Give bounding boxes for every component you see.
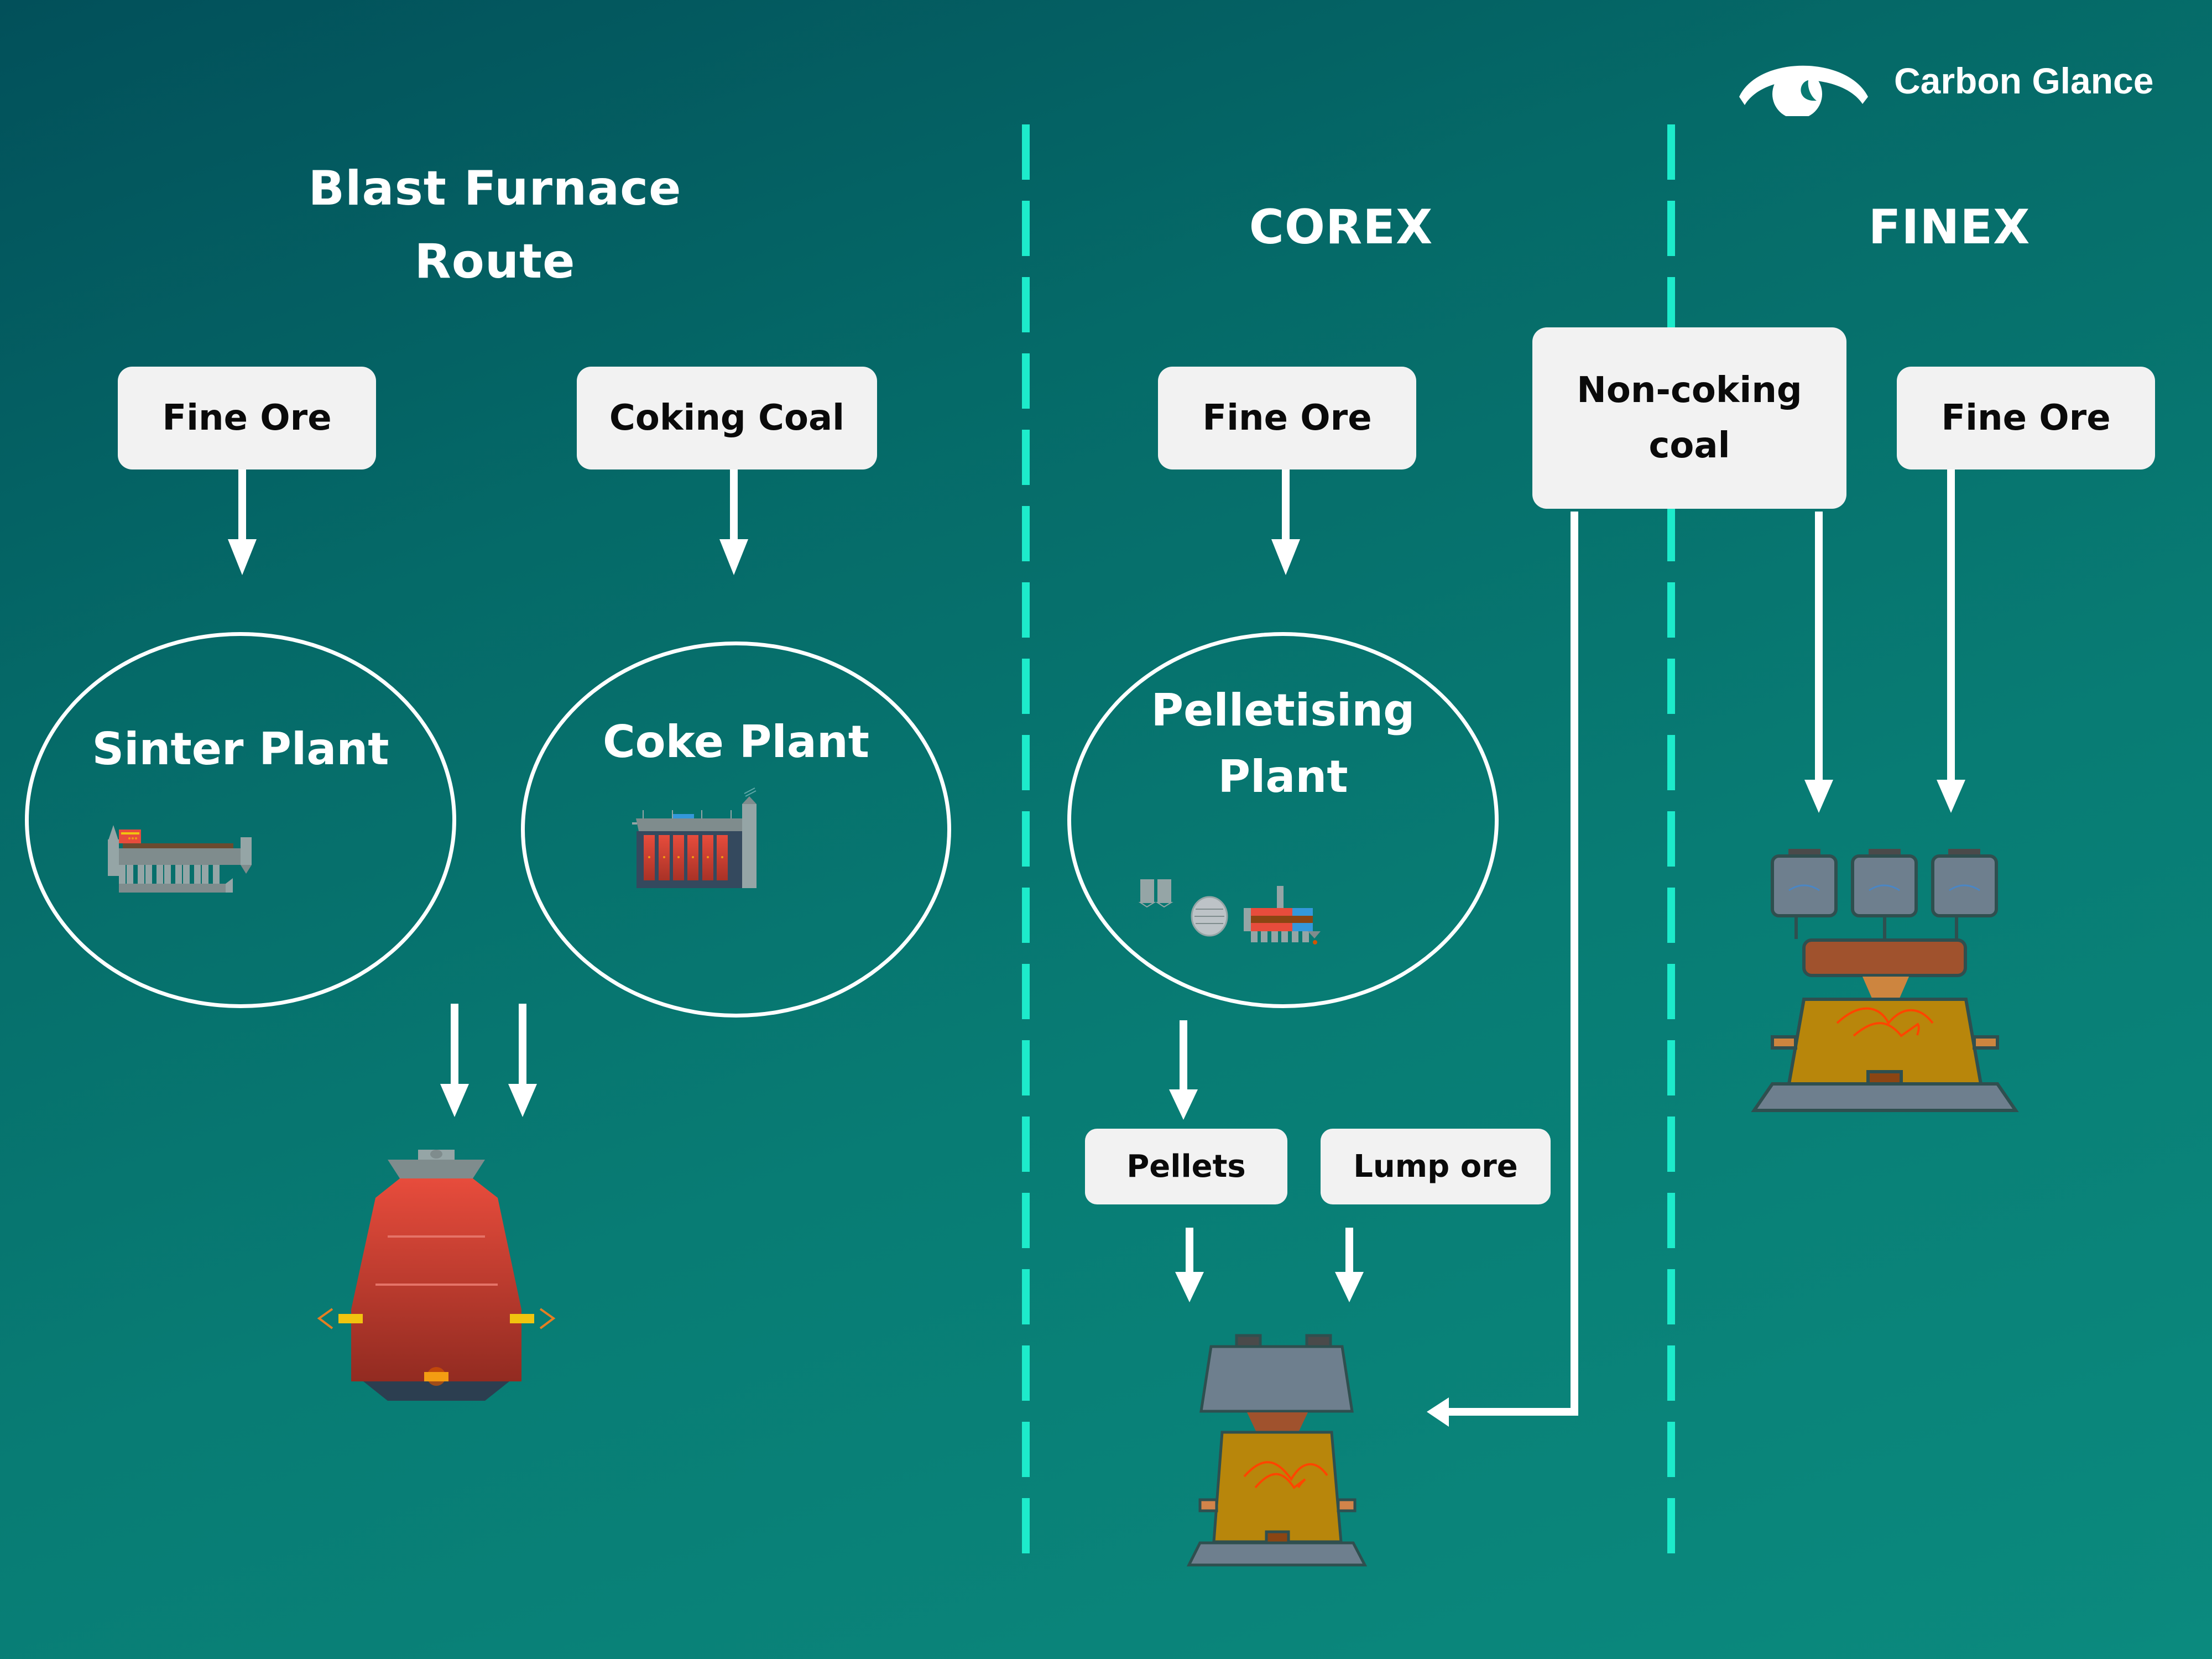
arrow-coal-to-coke bbox=[719, 469, 748, 575]
coke-plant-icon bbox=[632, 787, 757, 888]
sinter-plant-icon bbox=[108, 825, 252, 893]
arrow-lump-to-corex bbox=[1335, 1228, 1364, 1302]
arrow-sinter-to-bf bbox=[440, 1004, 469, 1117]
arrow-fine-ore-to-sinter bbox=[228, 469, 257, 575]
arrow-pellets-to-corex bbox=[1175, 1228, 1204, 1302]
fluidized-bed-reactor bbox=[1771, 849, 1838, 939]
pelletising-plant-icon bbox=[1138, 879, 1321, 945]
arrow-fine-ore-to-pellet bbox=[1271, 469, 1300, 575]
corex-reactor-icon bbox=[1186, 1334, 1368, 1567]
diagram-graphics bbox=[108, 469, 2019, 1567]
fluidized-bed-reactor bbox=[1931, 849, 1998, 939]
process-route-diagram: Carbon Glance Blast Furnace Route COREX … bbox=[0, 0, 2212, 1659]
blast-furnace-icon bbox=[317, 1150, 556, 1401]
arrow-coal-to-finex bbox=[1804, 512, 1833, 813]
arrow-ore-to-finex bbox=[1937, 469, 1965, 813]
finex-reactor-icon bbox=[1751, 849, 2019, 1112]
fluidized-bed-reactor bbox=[1851, 849, 1918, 939]
arrow-coal-to-corex bbox=[1427, 512, 1578, 1427]
arrow-coke-to-bf bbox=[508, 1004, 537, 1117]
arrow-pellet-to-pellets bbox=[1169, 1020, 1198, 1120]
